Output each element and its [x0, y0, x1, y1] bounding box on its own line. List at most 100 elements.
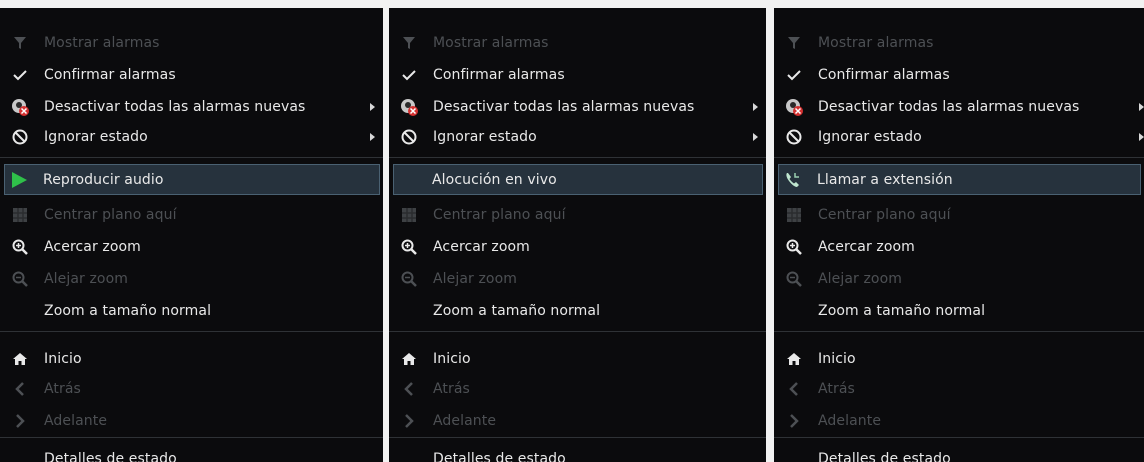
submenu-arrow-icon: [1139, 132, 1144, 141]
menu-item-zoom-normal[interactable]: Zoom a tamaño normal: [395, 296, 766, 325]
menu-item-label: Centrar plano aquí: [433, 206, 566, 223]
block-icon: [397, 125, 421, 149]
menu-item-label: Acercar zoom: [433, 238, 530, 255]
menu-item-center-map: Centrar plano aquí: [395, 200, 766, 229]
submenu-arrow-icon: [370, 102, 375, 111]
home-icon: [782, 347, 806, 371]
menu-item-state-details[interactable]: Detalles de estado: [780, 444, 1144, 462]
menu-separator: [389, 157, 766, 158]
menu-separator: [0, 331, 383, 332]
zoom-in-icon: [8, 235, 32, 259]
menu-item-zoom-in[interactable]: Acercar zoom: [395, 232, 766, 261]
menu-item-disable-new-alarms[interactable]: Desactivar todas las alarmas nuevas: [6, 92, 383, 121]
menu-item-label: Confirmar alarmas: [44, 66, 176, 83]
menu-item-label: Acercar zoom: [44, 238, 141, 255]
submenu-arrow-icon: [370, 132, 375, 141]
menu-item-label: Detalles de estado: [44, 450, 177, 462]
menu-item-zoom-in[interactable]: Acercar zoom: [780, 232, 1144, 261]
menu-separator: [0, 437, 383, 438]
checkmark-icon: [8, 63, 32, 87]
menu-item-zoom-in[interactable]: Acercar zoom: [6, 232, 383, 261]
menu-item-label: Ignorar estado: [44, 128, 148, 145]
block-icon: [782, 125, 806, 149]
menu-item-label: Alejar zoom: [818, 270, 902, 287]
menu-item-call-extension[interactable]: Llamar a extensión: [778, 164, 1141, 195]
menu-item-label: Mostrar alarmas: [44, 34, 160, 51]
menu-item-label: Desactivar todas las alarmas nuevas: [44, 98, 306, 115]
menu-item-live-announcement[interactable]: Alocución en vivo: [393, 164, 763, 195]
map-icon: [782, 203, 806, 227]
block-icon: [8, 125, 32, 149]
menu-item-label: Confirmar alarmas: [818, 66, 950, 83]
menu-item-zoom-normal[interactable]: Zoom a tamaño normal: [6, 296, 383, 325]
menu-item-zoom-out: Alejar zoom: [395, 264, 766, 293]
menu-item-label: Reproducir audio: [43, 171, 164, 188]
map-icon: [397, 203, 421, 227]
menu-item-back: Atrás: [780, 374, 1144, 403]
disable-alarm-icon: [397, 95, 421, 119]
menu-item-center-map: Centrar plano aquí: [780, 200, 1144, 229]
menu-item-confirm-alarms[interactable]: Confirmar alarmas: [395, 60, 766, 89]
zoom-in-icon: [397, 235, 421, 259]
menu-item-home[interactable]: Inicio: [395, 344, 766, 373]
menu-item-confirm-alarms[interactable]: Confirmar alarmas: [6, 60, 383, 89]
play-icon: [7, 168, 31, 192]
menu-item-back: Atrás: [6, 374, 383, 403]
menu-item-label: Acercar zoom: [818, 238, 915, 255]
menu-item-label: Adelante: [44, 412, 108, 429]
zoom-in-icon: [782, 235, 806, 259]
context-menu-panel-3: Mostrar alarmas Confirmar alarmas Desact…: [774, 8, 1144, 462]
filter-icon: [8, 31, 32, 55]
menu-item-label: Inicio: [44, 350, 82, 367]
checkmark-icon: [397, 63, 421, 87]
menu-separator: [0, 157, 383, 158]
filter-icon: [397, 31, 421, 55]
chevron-right-icon: [782, 409, 806, 433]
menu-item-ignore-state[interactable]: Ignorar estado: [780, 122, 1144, 151]
submenu-arrow-icon: [753, 132, 758, 141]
menu-item-ignore-state[interactable]: Ignorar estado: [395, 122, 766, 151]
checkmark-icon: [782, 63, 806, 87]
zoom-out-icon: [8, 267, 32, 291]
menu-separator: [389, 437, 766, 438]
menu-item-home[interactable]: Inicio: [780, 344, 1144, 373]
menu-separator: [774, 331, 1144, 332]
menu-item-label: Detalles de estado: [818, 450, 951, 462]
context-menu-panel-1: Mostrar alarmas Confirmar alarmas Desact…: [0, 8, 383, 462]
menu-item-label: Inicio: [818, 350, 856, 367]
menu-item-home[interactable]: Inicio: [6, 344, 383, 373]
menu-item-ignore-state[interactable]: Ignorar estado: [6, 122, 383, 151]
menu-item-label: Centrar plano aquí: [44, 206, 177, 223]
filter-icon: [782, 31, 806, 55]
menu-item-label: Zoom a tamaño normal: [818, 302, 986, 319]
menu-item-forward: Adelante: [780, 406, 1144, 435]
menu-item-label: Mostrar alarmas: [433, 34, 549, 51]
menu-item-state-details[interactable]: Detalles de estado: [395, 444, 766, 462]
menu-item-label: Zoom a tamaño normal: [44, 302, 212, 319]
menu-item-label: Ignorar estado: [818, 128, 922, 145]
menu-item-forward: Adelante: [6, 406, 383, 435]
submenu-arrow-icon: [1139, 102, 1144, 111]
submenu-arrow-icon: [753, 102, 758, 111]
menu-item-zoom-out: Alejar zoom: [6, 264, 383, 293]
menu-item-play-audio[interactable]: Reproducir audio: [4, 164, 380, 195]
menu-item-zoom-normal[interactable]: Zoom a tamaño normal: [780, 296, 1144, 325]
home-icon: [8, 347, 32, 371]
menu-item-label: Mostrar alarmas: [818, 34, 934, 51]
disable-alarm-icon: [8, 95, 32, 119]
phone-icon: [781, 168, 805, 192]
menu-item-show-alarms: Mostrar alarmas: [780, 28, 1144, 57]
menu-item-label: Alejar zoom: [44, 270, 128, 287]
menu-item-show-alarms: Mostrar alarmas: [6, 28, 383, 57]
menu-item-label: Confirmar alarmas: [433, 66, 565, 83]
menu-item-state-details[interactable]: Detalles de estado: [6, 444, 383, 462]
menu-item-back: Atrás: [395, 374, 766, 403]
menu-item-label: Alejar zoom: [433, 270, 517, 287]
menu-item-label: Desactivar todas las alarmas nuevas: [433, 98, 695, 115]
menu-item-disable-new-alarms[interactable]: Desactivar todas las alarmas nuevas: [395, 92, 766, 121]
menu-item-label: Adelante: [818, 412, 882, 429]
menu-separator: [774, 437, 1144, 438]
menu-separator: [389, 331, 766, 332]
menu-item-confirm-alarms[interactable]: Confirmar alarmas: [780, 60, 1144, 89]
menu-item-disable-new-alarms[interactable]: Desactivar todas las alarmas nuevas: [780, 92, 1144, 121]
